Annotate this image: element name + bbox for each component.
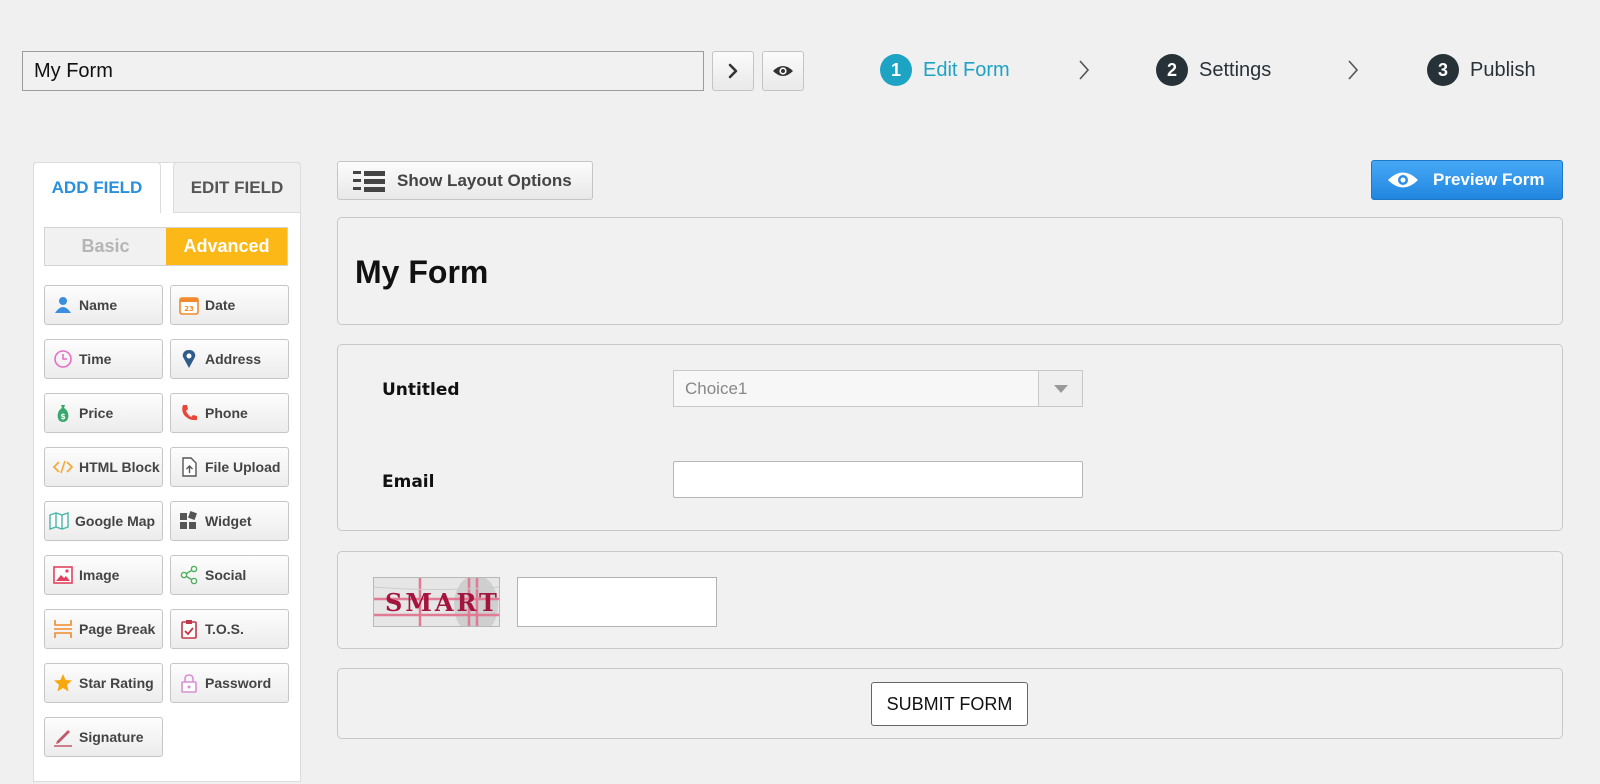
show-layout-options-button[interactable]: Show Layout Options [337, 161, 593, 200]
form-fields-section: Untitled Choice1 Email [337, 344, 1563, 531]
submit-section: SUBMIT FORM [337, 668, 1563, 739]
field-label: Social [205, 567, 247, 583]
field-type-toggle: Basic Advanced [44, 227, 288, 266]
chevron-right-icon [1348, 60, 1359, 80]
captcha-section: SMART [337, 551, 1563, 649]
field-star-rating-button[interactable]: Star Rating [44, 663, 163, 703]
panel-tabs: ADD FIELD EDIT FIELD [33, 162, 301, 213]
code-icon [53, 460, 73, 474]
step-edit-form[interactable]: 1 Edit Form [880, 52, 1010, 88]
field-file-upload-button[interactable]: File Upload [170, 447, 289, 487]
eye-icon [773, 66, 793, 76]
submit-form-button[interactable]: SUBMIT FORM [871, 682, 1028, 726]
caret-down-icon [1053, 384, 1068, 393]
step-number: 3 [1427, 54, 1459, 86]
layout-button-label: Show Layout Options [397, 170, 572, 190]
pen-icon [54, 730, 72, 747]
advanced-toggle[interactable]: Advanced [166, 228, 287, 265]
preview-eye-button[interactable] [762, 51, 804, 91]
step-label: Edit Form [923, 58, 1010, 81]
field-label: Date [205, 297, 236, 313]
layout-icon [353, 170, 385, 192]
calendar-icon: 23 [179, 297, 199, 315]
chevron-right-icon [728, 63, 738, 79]
step-label: Settings [1199, 58, 1272, 81]
captcha-input[interactable] [517, 577, 717, 627]
field-label: Address [205, 351, 262, 367]
field-image-button[interactable]: Image [44, 555, 163, 595]
eye-icon [1388, 172, 1418, 188]
field-page-break-button[interactable]: Page Break [44, 609, 163, 649]
untitled-select[interactable]: Choice1 [673, 370, 1083, 407]
file-upload-icon [182, 457, 197, 477]
field-tos-button[interactable]: T.O.S. [170, 609, 289, 649]
preview-button-label: Preview Form [1433, 170, 1545, 189]
field-label: T.O.S. [205, 621, 244, 637]
step-number: 1 [880, 54, 912, 86]
map-pin-icon [182, 350, 196, 368]
field-label: Name [79, 297, 118, 313]
map-icon [49, 512, 69, 530]
money-bag-icon: $ [57, 405, 69, 422]
field-label: Signature [79, 729, 144, 745]
email-field[interactable] [673, 461, 1083, 498]
widget-icon [180, 511, 197, 529]
field-widget-button[interactable]: Widget [170, 501, 289, 541]
field-google-map-button[interactable]: Google Map [44, 501, 163, 541]
field-label: Widget [205, 513, 252, 529]
wizard-steps: 1 Edit Form 2 Settings 3 Publish [880, 52, 1580, 88]
tab-add-field[interactable]: ADD FIELD [33, 162, 161, 213]
field-label: Page Break [79, 621, 156, 637]
star-icon [54, 674, 72, 692]
field-date-button[interactable]: 23 Date [170, 285, 289, 325]
field-label: Time [79, 351, 112, 367]
field-address-button[interactable]: Address [170, 339, 289, 379]
lock-icon [181, 674, 197, 693]
untitled-label: Untitled [382, 380, 460, 400]
user-icon [55, 297, 71, 313]
tab-edit-field[interactable]: EDIT FIELD [173, 162, 301, 213]
chevron-right-icon [1079, 60, 1090, 80]
share-icon [180, 565, 198, 585]
form-title: My Form [355, 254, 489, 290]
field-label: Password [205, 675, 272, 691]
clipboard-check-icon [181, 620, 197, 639]
next-button[interactable] [712, 51, 754, 91]
field-signature-button[interactable]: Signature [44, 717, 163, 757]
step-number: 2 [1156, 54, 1188, 86]
top-bar [22, 51, 804, 91]
field-name-button[interactable]: Name [44, 285, 163, 325]
field-time-button[interactable]: Time [44, 339, 163, 379]
field-label: Image [79, 567, 120, 583]
form-name-input[interactable] [22, 51, 704, 91]
preview-form-button[interactable]: Preview Form [1371, 160, 1563, 200]
step-publish[interactable]: 3 Publish [1427, 52, 1536, 88]
field-label: Google Map [75, 513, 156, 529]
svg-text:23: 23 [184, 305, 194, 313]
step-label: Publish [1470, 58, 1536, 81]
captcha-image: SMART [373, 577, 500, 627]
field-phone-button[interactable]: Phone [170, 393, 289, 433]
image-icon [53, 566, 73, 584]
step-settings[interactable]: 2 Settings [1156, 52, 1271, 88]
email-label: Email [382, 472, 435, 492]
field-label: Phone [205, 405, 248, 421]
field-social-button[interactable]: Social [170, 555, 289, 595]
field-label: HTML Block [79, 459, 160, 475]
field-price-button[interactable]: $ Price [44, 393, 163, 433]
field-label: File Upload [205, 459, 281, 475]
phone-icon [182, 405, 197, 421]
field-password-button[interactable]: Password [170, 663, 289, 703]
captcha-text: SMART [385, 588, 500, 617]
select-value: Choice1 [685, 378, 748, 398]
field-html-block-button[interactable]: HTML Block [44, 447, 163, 487]
clock-icon [54, 350, 72, 368]
basic-toggle[interactable]: Basic [45, 228, 166, 265]
svg-text:$: $ [60, 412, 66, 421]
field-label: Star Rating [79, 675, 154, 691]
dropdown-arrow[interactable] [1038, 371, 1082, 406]
form-title-section[interactable]: My Form [337, 217, 1563, 325]
field-label: Price [79, 405, 114, 421]
page-break-icon [54, 620, 72, 638]
